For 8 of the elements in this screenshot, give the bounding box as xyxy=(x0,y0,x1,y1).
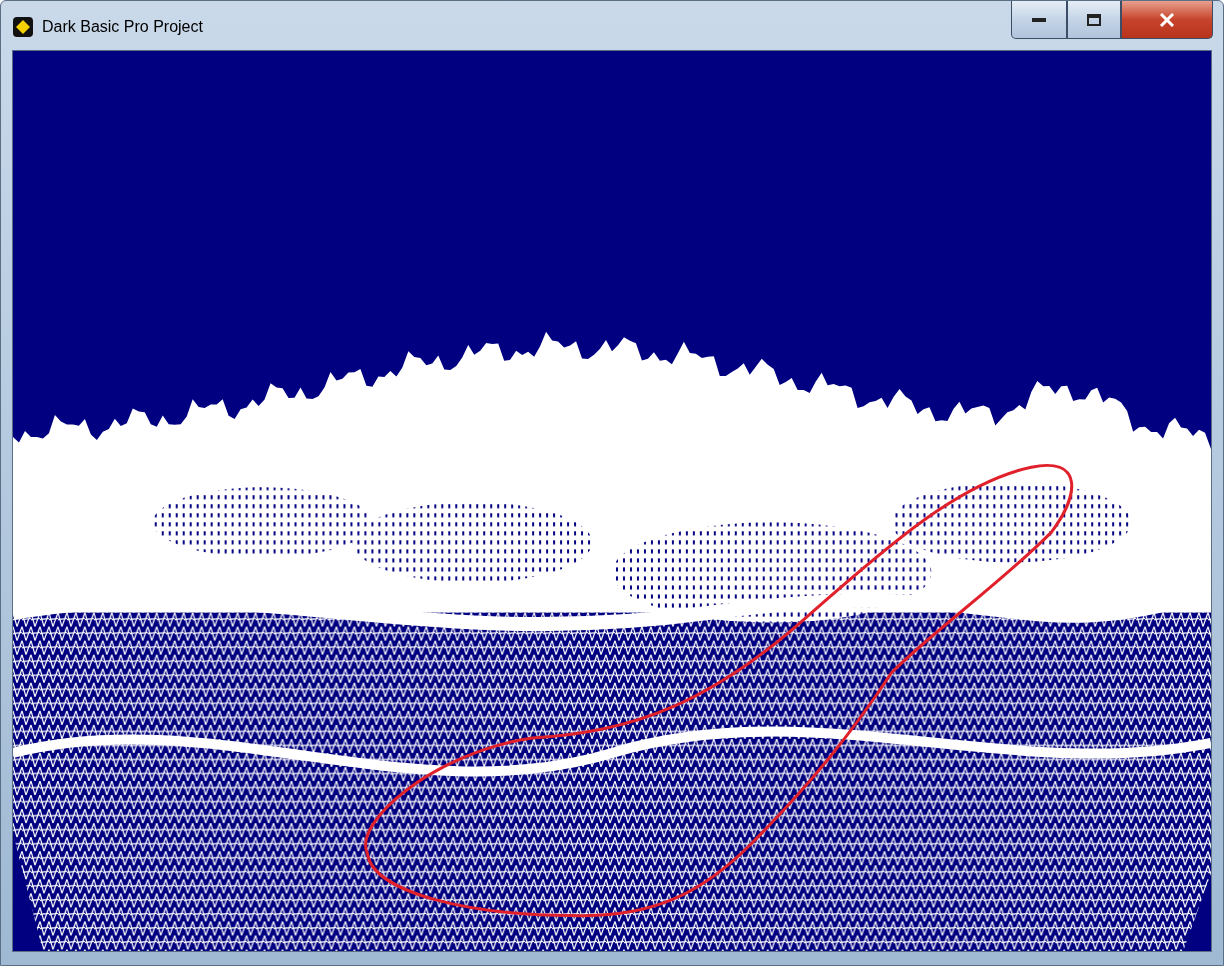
app-icon xyxy=(12,16,34,38)
close-icon xyxy=(1159,12,1175,27)
window-title: Dark Basic Pro Project xyxy=(42,18,203,36)
minimize-button[interactable] xyxy=(1011,1,1067,39)
close-button[interactable] xyxy=(1121,1,1213,39)
minimize-icon xyxy=(1032,17,1046,22)
maximize-button[interactable] xyxy=(1067,1,1121,39)
maximize-icon xyxy=(1087,13,1101,26)
